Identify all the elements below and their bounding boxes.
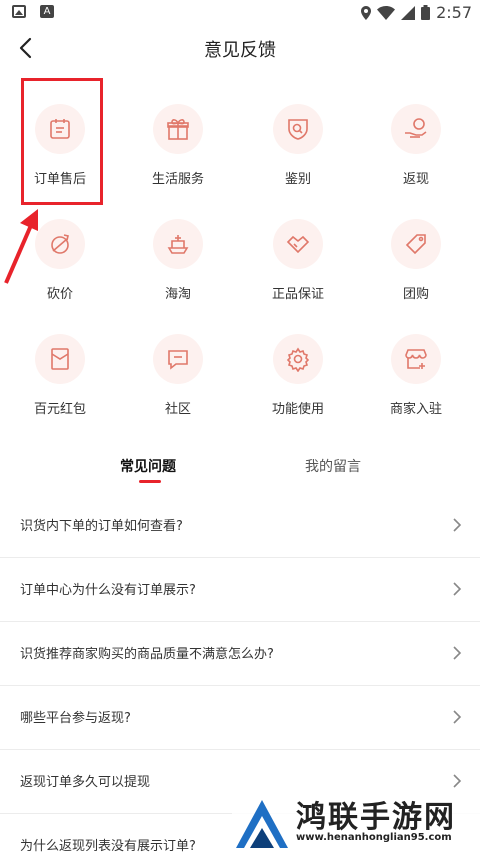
store-icon [405,349,427,369]
category-label: 生活服务 [151,172,204,187]
annotation-arrow-icon [4,209,38,284]
chevron-right-icon [453,518,462,532]
list-item[interactable]: 识货内下单的订单如何查看? [0,494,480,558]
category-label: 百元红包 [33,402,86,417]
signal-icon [401,5,416,20]
chevron-right-icon [453,710,462,724]
shield-search-icon [288,119,308,140]
cashback-icon [405,118,427,138]
category-life-services[interactable]: 生活服务 [118,92,238,202]
category-label: 团购 [402,287,429,302]
question-text: 为什么返现列表没有展示订单? [20,839,196,853]
category-overseas[interactable]: 海淘 [118,207,238,317]
category-label: 商家入驻 [389,402,442,417]
category-label: 功能使用 [271,402,324,417]
status-time: 2:57 [436,3,472,22]
watermark-url: www.henanhonglian95.com [296,832,452,843]
category-function-usage[interactable]: 功能使用 [238,322,358,432]
category-group-buy[interactable]: 团购 [356,207,476,317]
category-label: 正品保证 [271,287,324,302]
question-text: 返现订单多久可以提现 [20,775,151,790]
question-text: 哪些平台参与返现? [20,711,131,726]
question-text: 识货内下单的订单如何查看? [20,519,183,534]
highlight-box [21,78,103,205]
chevron-right-icon [453,774,462,788]
list-item[interactable]: 订单中心为什么没有订单展示? [0,558,480,622]
watermark: 鸿联手游网 www.henanhonglian95.com [232,792,480,853]
faq-tabs: 常见问题 我的留言 [0,450,480,490]
category-genuine-guarantee[interactable]: 正品保证 [238,207,358,317]
question-text: 识货推荐商家购买的商品质量不满意怎么办? [20,647,274,662]
category-merchant-join[interactable]: 商家入驻 [356,322,476,432]
watermark-title: 鸿联手游网 [296,800,456,835]
category-red-packet[interactable]: 百元红包 [0,322,120,432]
category-cashback[interactable]: 返现 [356,92,476,202]
category-label: 砍价 [46,287,73,302]
gift-icon [167,119,189,140]
battery-icon [421,5,431,20]
category-label: 鉴别 [284,172,311,187]
category-label: 海淘 [164,287,191,302]
list-item[interactable]: 哪些平台参与返现? [0,686,480,750]
tab-my-messages[interactable]: 我的留言 [305,456,361,476]
bargain-icon [51,234,69,254]
watermark-logo-icon [236,800,288,848]
gear-icon [286,347,310,372]
header: 意见反馈 [0,24,480,72]
image-notification-icon [12,5,26,18]
red-packet-icon [51,348,69,370]
active-tab-indicator [139,480,161,483]
chevron-right-icon [453,582,462,596]
category-label: 返现 [402,172,429,187]
ship-icon [167,235,189,254]
page-title: 意见反馈 [204,40,276,61]
chat-icon [168,350,188,370]
list-item[interactable]: 识货推荐商家购买的商品质量不满意怎么办? [0,622,480,686]
handshake-icon [286,235,310,254]
location-icon [361,5,372,20]
category-community[interactable]: 社区 [118,322,238,432]
category-label: 社区 [164,402,191,417]
status-bar: A 2:57 [0,0,480,24]
app-notification-icon: A [40,5,54,18]
tag-icon [405,234,426,255]
wifi-icon [377,5,396,20]
question-text: 订单中心为什么没有订单展示? [20,583,196,598]
chevron-right-icon [453,646,462,660]
category-authentication[interactable]: 鉴别 [238,92,358,202]
tab-common-questions[interactable]: 常见问题 [120,456,176,476]
